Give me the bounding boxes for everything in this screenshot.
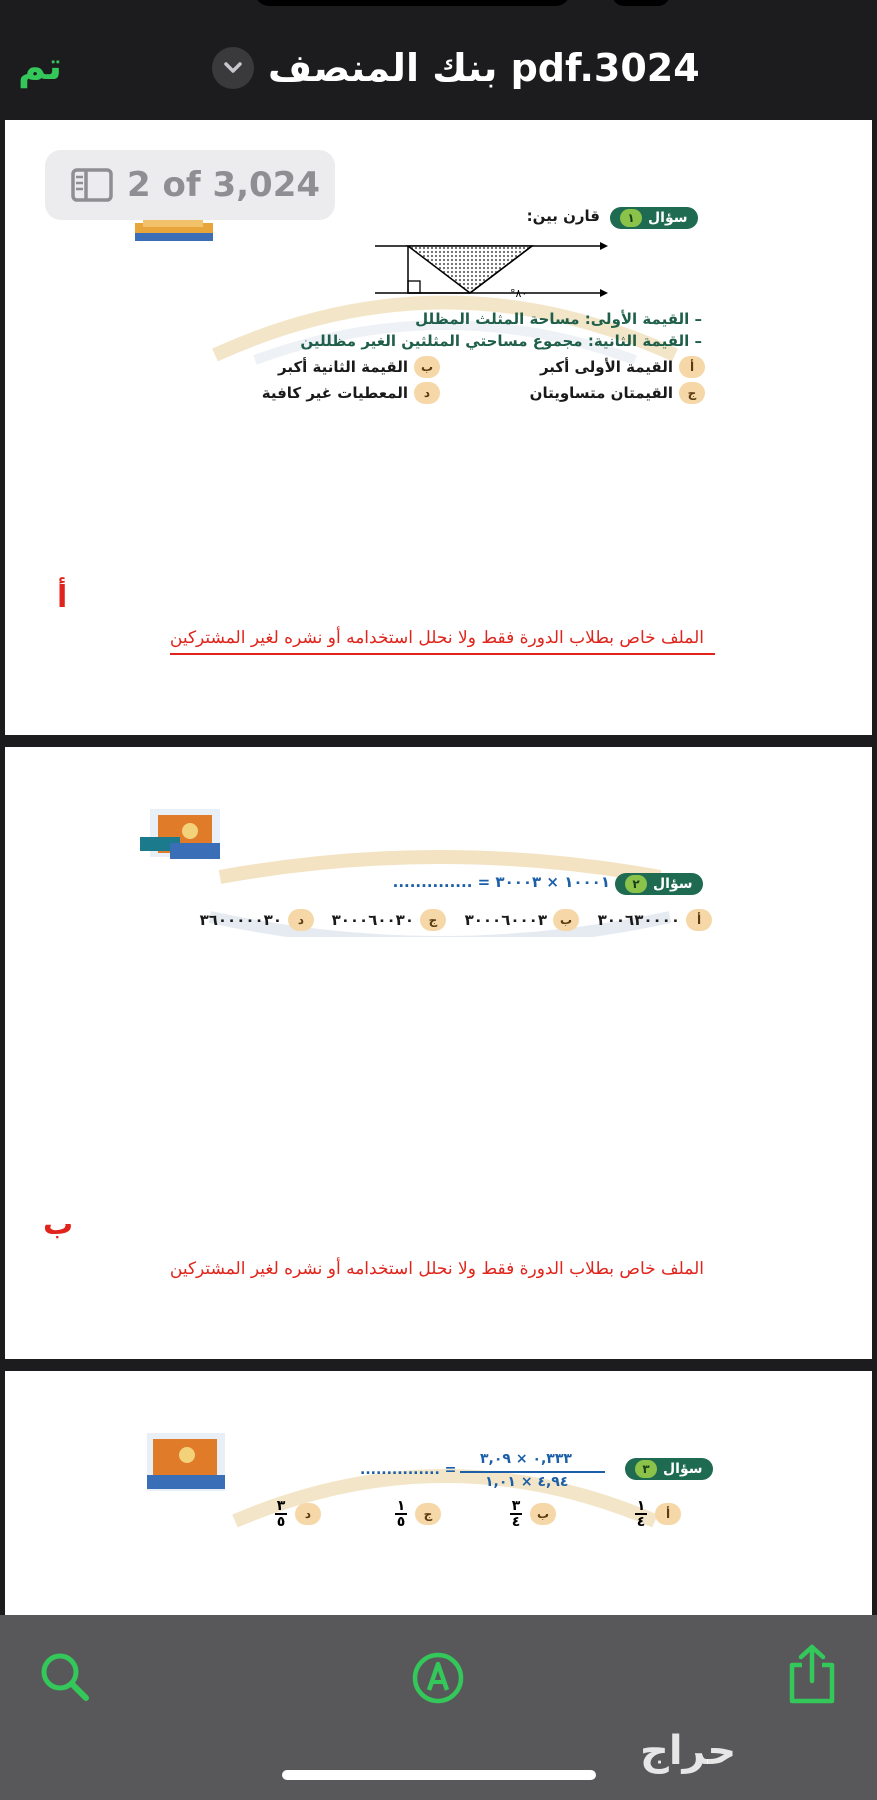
- fraction-denominator: ٤,٩٤ × ١,٠١: [485, 1474, 569, 1490]
- answer-mark: أ: [57, 580, 68, 615]
- question-prompt: قارن بين:: [526, 207, 600, 225]
- option-a[interactable]: أ القيمة الأولى أكبر: [540, 356, 705, 378]
- fraction-numerator: ٠,٣٣٣ × ٣,٠٩: [480, 1451, 572, 1467]
- option-d[interactable]: د المعطيات غير كافية: [262, 382, 440, 404]
- value-two-text: – القيمة الثانية: مجموع مساحتي المثلثين …: [300, 332, 702, 350]
- device-sensor: [612, 0, 670, 6]
- search-icon[interactable]: [38, 1650, 92, 1704]
- option-c[interactable]: ج ٣٠٠٠٦٠٠٣٠: [332, 909, 446, 931]
- page-counter-text: 2 of 3,024: [127, 165, 321, 205]
- option-b[interactable]: ب ٣٠٠٠٦٠٠٠٣: [465, 909, 579, 931]
- angle-label: ٨٠°: [510, 287, 528, 300]
- share-icon[interactable]: [786, 1643, 838, 1705]
- chevron-down-icon[interactable]: [212, 47, 254, 89]
- pdf-page-2[interactable]: سؤال ٢ ١٠٠٠١ × ٣٠٠٠٣ = .............. أ …: [5, 747, 872, 1359]
- home-indicator[interactable]: [282, 1770, 596, 1780]
- fraction-bar: [460, 1471, 605, 1473]
- question-badge: سؤال ٣: [625, 1458, 713, 1480]
- option-c[interactable]: ج القيمتان متساويتان: [530, 382, 705, 404]
- option-b[interactable]: ب ٣ ٤: [510, 1499, 556, 1529]
- done-button[interactable]: تم: [18, 44, 62, 88]
- value-one-text: – القيمة الأولى: مساحة المثلث المظلل: [415, 310, 702, 328]
- answer-mark: ب: [43, 1207, 74, 1242]
- book-cover-image: [143, 1431, 229, 1499]
- navigation-bar: تم بنك المنصف pdf.3024: [0, 0, 877, 120]
- document-title: بنك المنصف pdf.3024: [268, 46, 700, 90]
- triangle-figure: [375, 242, 608, 297]
- book-cover-image: [133, 215, 215, 249]
- markup-pen-icon[interactable]: [410, 1650, 466, 1706]
- question-equation: ١٠٠٠١ × ٣٠٠٠٣ = ..............: [392, 873, 610, 891]
- question-blank: = ...............: [360, 1462, 457, 1478]
- haraj-watermark: حراج: [640, 1728, 737, 1774]
- usage-notice: الملف خاص بطلاب الدورة فقط ولا نحلل استخ…: [169, 628, 704, 648]
- pdf-page-1[interactable]: 2 of 3,024 سؤال ١ قارن بين: ٨٠° – القيمة…: [5, 120, 872, 735]
- book-cover-image: [140, 807, 230, 867]
- question-badge: سؤال ١: [610, 207, 698, 229]
- option-c[interactable]: ج ١ ٥: [395, 1499, 441, 1529]
- question-badge: سؤال ٢: [615, 873, 703, 895]
- option-a[interactable]: أ ٣٠٠٦٣٠٠٠٠: [598, 909, 712, 931]
- document-title-menu[interactable]: بنك المنصف pdf.3024: [212, 44, 700, 92]
- option-a[interactable]: أ ١ ٤: [635, 1499, 681, 1529]
- sidebar-icon: [71, 168, 113, 202]
- page-counter[interactable]: 2 of 3,024: [45, 150, 335, 220]
- usage-notice: الملف خاص بطلاب الدورة فقط ولا نحلل استخ…: [169, 1259, 704, 1279]
- option-d[interactable]: د ٣ ٥: [275, 1499, 321, 1529]
- option-b[interactable]: ب القيمة الثانية أكبر: [278, 356, 440, 378]
- notice-underline: [170, 653, 715, 655]
- option-d[interactable]: د ٣٦٠٠٠٠٠٣٠: [200, 909, 314, 931]
- device-notch: [255, 0, 570, 6]
- pdf-page-3[interactable]: سؤال ٣ ٠,٣٣٣ × ٣,٠٩ ٤,٩٤ × ١,٠١ = ......…: [5, 1371, 872, 1621]
